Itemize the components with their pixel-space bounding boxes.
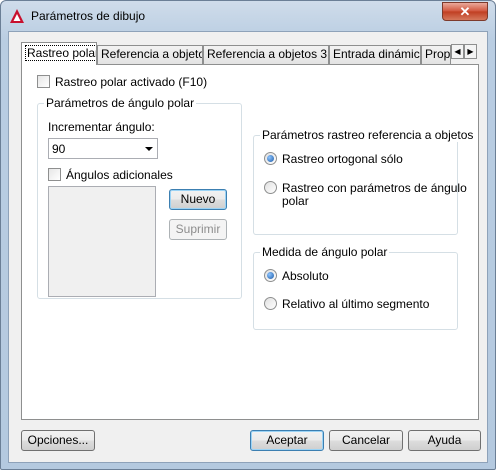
additional-angles-checkbox[interactable] — [48, 168, 61, 181]
additional-angles-list[interactable] — [48, 186, 156, 297]
tab-properties[interactable]: Propi — [421, 45, 451, 64]
relative-last-segment-radio[interactable] — [264, 297, 277, 310]
all-polar-angles-radio[interactable] — [264, 181, 277, 194]
increment-angle-label: Incrementar ángulo: — [48, 120, 155, 134]
orthogonal-only-radio[interactable] — [264, 152, 277, 165]
increment-angle-value: 90 — [52, 142, 66, 156]
all-polar-angles-label-line2[interactable]: polar — [282, 194, 309, 208]
drawing-settings-dialog: Parámetros de dibujo ✕ Rastreo polar Ref… — [0, 0, 496, 470]
dialog-client-area: Rastreo polar Referencia a objetos Refer… — [8, 31, 488, 463]
tab-label: Rastreo polar — [25, 45, 96, 61]
polar-tracking-panel: Rastreo polar activado (F10) Parámetros … — [21, 64, 479, 420]
increment-angle-select[interactable]: 90 — [48, 138, 158, 159]
close-button[interactable]: ✕ — [442, 2, 488, 21]
tab-3d-object-snap[interactable]: Referencia a objetos 3D — [203, 45, 329, 64]
absolute-radio[interactable] — [264, 269, 277, 282]
polar-angle-measure-group: Medida de ángulo polar Absoluto Relativo… — [253, 245, 458, 330]
tab-object-snap[interactable]: Referencia a objetos — [97, 45, 203, 64]
accept-button[interactable]: Aceptar — [250, 430, 324, 451]
tab-dynamic-input[interactable]: Entrada dinámica — [329, 45, 421, 64]
polar-angle-settings-group: Parámetros de ángulo polar Incrementar á… — [37, 96, 242, 299]
cancel-button[interactable]: Cancelar — [329, 430, 403, 451]
polar-tracking-on-label[interactable]: Rastreo polar activado (F10) — [55, 75, 207, 89]
title-bar[interactable]: Parámetros de dibujo ✕ — [1, 1, 495, 31]
tab-scroll-right-icon[interactable]: ▶ — [464, 44, 477, 59]
orthogonal-only-label[interactable]: Rastreo ortogonal sólo — [282, 152, 403, 166]
new-angle-button[interactable]: Nuevo — [169, 189, 227, 210]
help-button[interactable]: Ayuda — [408, 430, 481, 451]
absolute-label[interactable]: Absoluto — [282, 269, 329, 283]
polar-tracking-on-checkbox[interactable] — [37, 75, 50, 88]
polar-angle-settings-title: Parámetros de ángulo polar — [44, 96, 197, 110]
window-title: Parámetros de dibujo — [31, 9, 146, 23]
delete-angle-button[interactable]: Suprimir — [169, 219, 227, 240]
tab-scroll-left-icon[interactable]: ◀ — [451, 44, 464, 59]
tab-polar-tracking[interactable]: Rastreo polar — [21, 42, 97, 65]
options-button[interactable]: Opciones... — [21, 430, 95, 451]
additional-angles-label[interactable]: Ángulos adicionales — [66, 168, 173, 182]
autocad-app-icon — [10, 9, 24, 23]
chevron-down-icon[interactable] — [145, 147, 153, 151]
object-snap-tracking-group: Parámetros rastreo referencia a objetos … — [253, 128, 476, 235]
all-polar-angles-label[interactable]: Rastreo con parámetros de ángulo — [282, 181, 467, 195]
object-snap-tracking-title: Parámetros rastreo referencia a objetos — [260, 128, 476, 142]
polar-angle-measure-title: Medida de ángulo polar — [260, 245, 390, 259]
relative-last-segment-label[interactable]: Relativo al último segmento — [282, 297, 429, 311]
